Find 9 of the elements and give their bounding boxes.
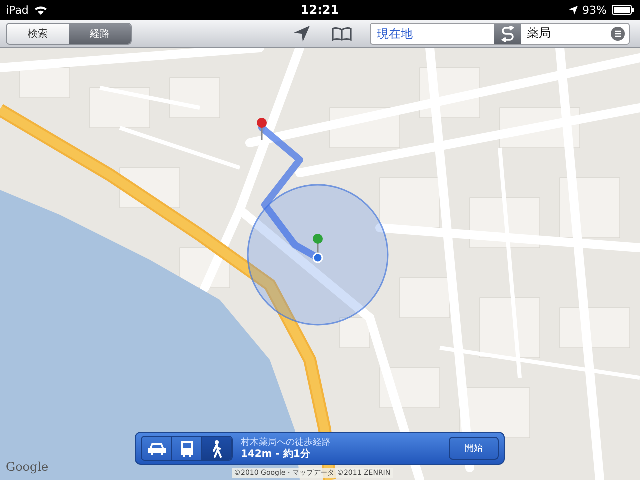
route-summary: 142m - 約1分 <box>241 448 312 460</box>
segment-tab[interactable]: 検索 <box>7 24 69 44</box>
battery-percent: 93% <box>582 4 607 16</box>
map-logo: Google <box>6 460 49 474</box>
segment-tab[interactable]: 経路 <box>69 24 131 44</box>
clock-time: 12:21 <box>300 3 340 17</box>
route-title: 村木薬局への徒歩経路 <box>241 436 332 448</box>
start-button[interactable]: 開始 <box>449 437 499 460</box>
device-name: iPad <box>6 4 29 16</box>
